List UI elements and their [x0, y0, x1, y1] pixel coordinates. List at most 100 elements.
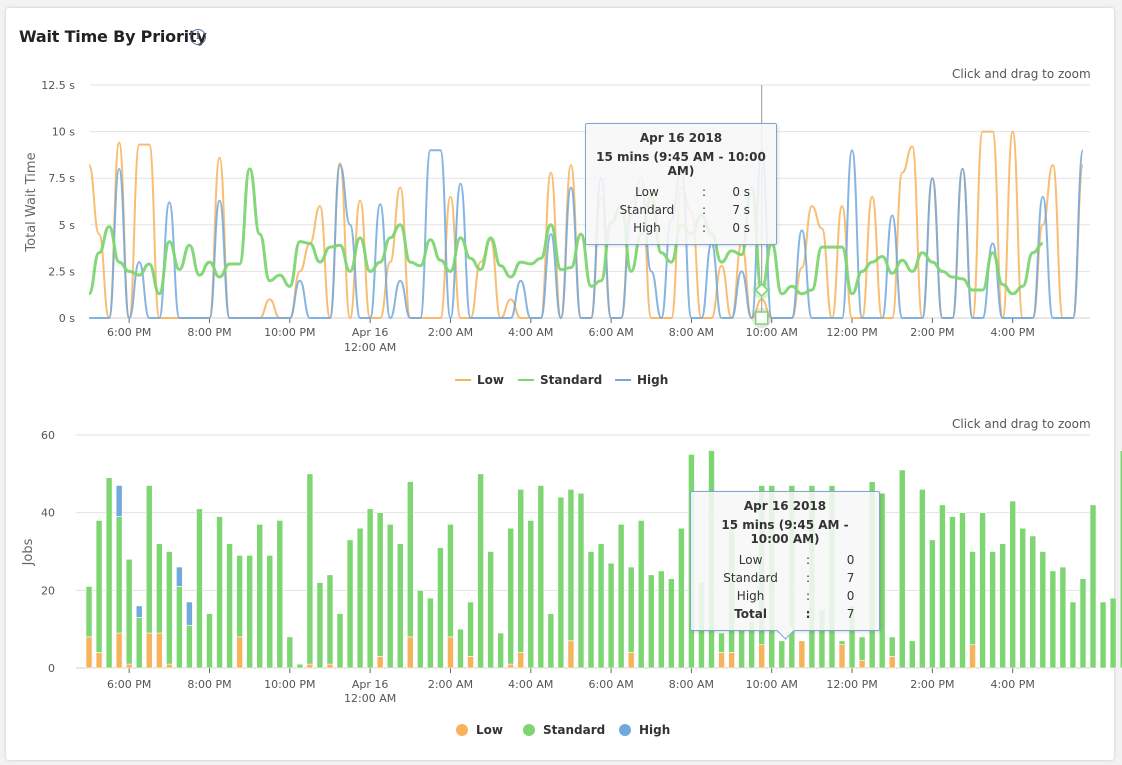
bar-segment-standard	[356, 527, 364, 669]
bar-segment-standard	[537, 485, 545, 669]
bar-segment-low	[627, 652, 635, 669]
bar-segment-standard	[617, 524, 625, 669]
bar-segment-low	[838, 644, 846, 669]
bar-segment-standard	[125, 558, 133, 665]
x-tick-label: 10:00 AM	[746, 678, 798, 691]
bar-segment-standard	[437, 547, 444, 669]
bar-segment-high	[176, 566, 183, 587]
x-tick-label: 12:00 AM	[344, 341, 396, 354]
x-tick-label: 12:00 PM	[826, 678, 877, 691]
bar-segment-standard	[145, 485, 153, 634]
y-tick-label: 10 s	[52, 126, 75, 139]
legend-item-standard: Standard	[540, 373, 602, 387]
bar-segment-standard	[155, 543, 163, 634]
bar-segment-low	[326, 663, 334, 669]
bar-segment-standard	[657, 570, 665, 669]
bar-segment-low	[798, 640, 806, 669]
x-tick-label: 6:00 PM	[107, 678, 151, 691]
bar-segment-standard	[858, 636, 866, 661]
tooltip-range: 15 mins (9:45 AM - 10:00 AM)	[721, 518, 849, 546]
bar-segment-low	[517, 652, 525, 669]
bar-segment-standard	[647, 574, 655, 669]
line-chart[interactable]: 0 s 2.5 s 5 s 7.5 s 10 s 12.5 s Total Wait Tim…	[0, 0, 1122, 400]
bar-segment-standard	[627, 566, 635, 653]
bar-segment-standard	[457, 628, 464, 669]
bar-segment-standard	[1039, 551, 1047, 669]
bar-segment-standard	[939, 504, 946, 669]
bar-segment-standard	[1019, 527, 1027, 669]
bar-segment-standard	[497, 632, 504, 669]
legend-item-low: Low	[477, 373, 504, 387]
bar-segment-standard	[778, 640, 786, 669]
bar-segment-low	[447, 636, 454, 669]
bar-tooltip: Apr 16 2018 15 mins (9:45 AM - 10:00 AM)…	[690, 491, 880, 640]
bar-segment-standard	[316, 582, 324, 669]
bar-segment-standard	[577, 492, 585, 669]
x-tick-label: Apr 16	[352, 326, 389, 339]
x-tick-label: 6:00 AM	[588, 326, 633, 339]
bar-segment-standard	[929, 539, 936, 669]
x-tick-label: 2:00 AM	[428, 326, 473, 339]
bar-segment-standard	[1089, 504, 1097, 669]
y-tick-label: 5 s	[59, 219, 75, 232]
bar-segment-low	[145, 632, 153, 669]
bar-segment-standard	[336, 613, 344, 669]
bar-segment-standard	[266, 555, 274, 669]
bar-segment-low	[888, 656, 896, 669]
bar-segment-standard	[417, 590, 424, 669]
tooltip-row-low: Low:0 s	[635, 185, 751, 199]
bar-segment-standard	[637, 520, 645, 669]
bar-segment-low	[467, 656, 474, 669]
x-tick-label: 4:00 AM	[508, 678, 553, 691]
y-tick-label: 40	[41, 507, 55, 520]
bar-segment-standard	[1029, 535, 1037, 669]
bar-segment-standard	[507, 527, 515, 665]
bar-segment-standard	[1009, 500, 1017, 669]
bar-segment-low	[95, 652, 103, 669]
bar-segment-standard	[919, 489, 926, 669]
legend-item-high: High	[637, 373, 668, 387]
x-tick-label: Apr 16	[352, 678, 389, 691]
y-tick-label: 0 s	[59, 312, 75, 325]
legend-swatch-low	[456, 724, 468, 736]
legend-swatch-high	[619, 724, 631, 736]
tooltip-date: Apr 16 2018	[743, 499, 827, 513]
bar-segment-standard	[959, 512, 966, 669]
bar-segment-standard	[527, 520, 535, 669]
legend-item-low: Low	[476, 723, 503, 737]
bar-segment-standard	[969, 551, 976, 645]
bar-segment-standard	[838, 640, 846, 645]
legend-item-standard: Standard	[543, 723, 605, 737]
x-tick-label: 4:00 AM	[508, 326, 553, 339]
bar-segment-standard	[216, 516, 223, 669]
tooltip-row-standard: Standard:7 s	[619, 203, 751, 217]
bar-segment-standard	[366, 508, 374, 669]
bar-segment-standard	[477, 473, 484, 669]
hover-marker-low	[754, 311, 769, 325]
bar-segment-standard	[376, 512, 384, 657]
y-tick-label: 0	[48, 662, 55, 675]
x-tick-label: 4:00 PM	[991, 678, 1035, 691]
bar-segment-standard	[517, 489, 525, 653]
x-tick-label: 4:00 PM	[991, 326, 1035, 339]
bar-segment-low	[969, 644, 976, 669]
bar-segment-high	[186, 601, 193, 626]
bar-chart[interactable]: 0204060Jobs6:00 PM 8:00 PM 10:00 PM Apr 161…	[0, 400, 1122, 765]
bar-segment-standard	[1079, 578, 1087, 669]
bar-segment-standard	[1099, 601, 1107, 669]
bar-segment-low	[166, 663, 173, 669]
bar-segment-standard	[668, 578, 675, 669]
bar-segment-standard	[487, 551, 494, 669]
y-tick-label: 20	[41, 584, 55, 597]
bar-segment-standard	[296, 663, 304, 669]
bar-segment-standard	[888, 636, 896, 657]
x-tick-label: 6:00 PM	[107, 326, 151, 339]
bar-segment-standard	[286, 636, 294, 669]
y-tick-label: 12.5 s	[41, 79, 75, 92]
x-tick-label: 8:00 PM	[187, 326, 231, 339]
bar-segment-standard	[396, 543, 404, 669]
y-tick-label: 7.5 s	[48, 172, 75, 185]
bar-segment-standard	[105, 477, 113, 669]
bar-segment-standard	[989, 551, 996, 669]
legend-item-high: High	[639, 723, 670, 737]
